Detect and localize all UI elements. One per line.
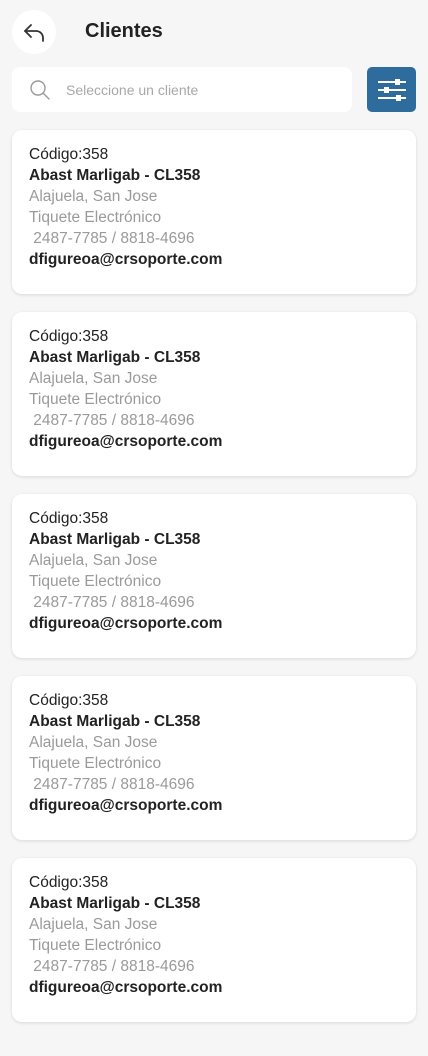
client-card[interactable]: Código:358 Abast Marligab - CL358 Alajue… <box>12 494 416 658</box>
back-button[interactable] <box>12 10 56 54</box>
client-code: Código:358 <box>29 692 109 709</box>
client-phones: 2487-7785 / 8818-4696 <box>29 230 195 247</box>
client-phones: 2487-7785 / 8818-4696 <box>29 958 195 975</box>
client-phones: 2487-7785 / 8818-4696 <box>29 776 195 793</box>
search-icon <box>30 79 50 100</box>
app-header: Clientes <box>0 0 428 64</box>
client-address: Alajuela, San Jose <box>29 916 158 933</box>
client-name: Abast Marligab - CL358 <box>29 167 201 184</box>
client-name: Abast Marligab - CL358 <box>29 531 201 548</box>
client-email: dfigureoa@crsoporte.com <box>29 251 223 268</box>
client-code: Código:358 <box>29 328 109 345</box>
client-document-type: Tiquete Electrónico <box>29 209 162 226</box>
client-code: Código:358 <box>29 874 109 891</box>
client-email: dfigureoa@crsoporte.com <box>29 433 223 450</box>
client-address: Alajuela, San Jose <box>29 370 158 387</box>
page-title: Clientes <box>85 20 163 42</box>
client-email: dfigureoa@crsoporte.com <box>29 797 223 814</box>
client-address: Alajuela, San Jose <box>29 552 158 569</box>
client-card[interactable]: Código:358 Abast Marligab - CL358 Alajue… <box>12 676 416 840</box>
client-card[interactable]: Código:358 Abast Marligab - CL358 Alajue… <box>12 858 416 1022</box>
client-name: Abast Marligab - CL358 <box>29 895 201 912</box>
client-code: Código:358 <box>29 510 109 527</box>
back-arrow-icon <box>24 24 44 42</box>
client-address: Alajuela, San Jose <box>29 188 158 205</box>
client-name: Abast Marligab - CL358 <box>29 349 201 366</box>
search-box[interactable] <box>12 67 352 112</box>
client-address: Alajuela, San Jose <box>29 734 158 751</box>
client-name: Abast Marligab - CL358 <box>29 713 201 730</box>
search-input[interactable] <box>66 74 336 105</box>
client-document-type: Tiquete Electrónico <box>29 755 162 772</box>
client-document-type: Tiquete Electrónico <box>29 573 162 590</box>
client-card[interactable]: Código:358 Abast Marligab - CL358 Alajue… <box>12 130 416 294</box>
client-document-type: Tiquete Electrónico <box>29 937 162 954</box>
sliders-icon <box>377 78 406 101</box>
client-card[interactable]: Código:358 Abast Marligab - CL358 Alajue… <box>12 312 416 476</box>
client-email: dfigureoa@crsoporte.com <box>29 615 223 632</box>
client-document-type: Tiquete Electrónico <box>29 391 162 408</box>
client-email: dfigureoa@crsoporte.com <box>29 979 223 996</box>
client-code: Código:358 <box>29 146 109 163</box>
client-phones: 2487-7785 / 8818-4696 <box>29 594 195 611</box>
client-phones: 2487-7785 / 8818-4696 <box>29 412 195 429</box>
filter-button[interactable] <box>367 67 416 112</box>
client-list: Código:358 Abast Marligab - CL358 Alajue… <box>12 130 416 1040</box>
